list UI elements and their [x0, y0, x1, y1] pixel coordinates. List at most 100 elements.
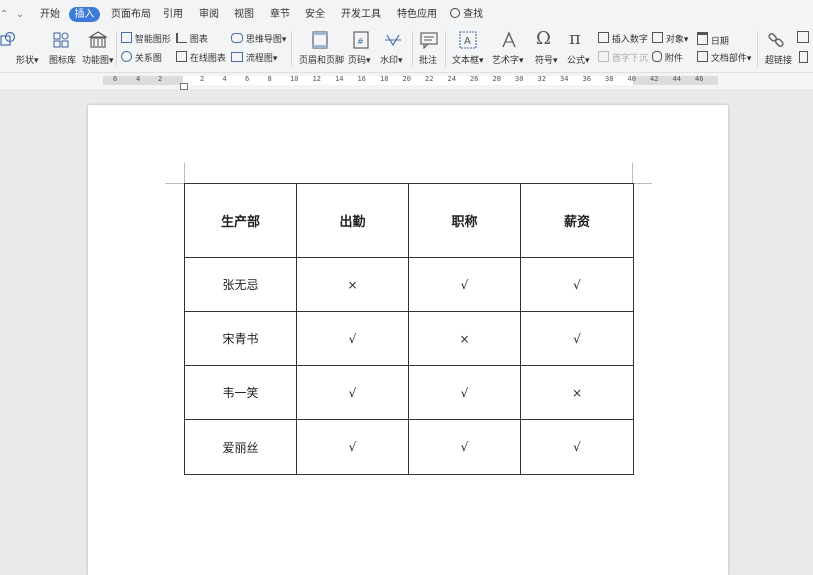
- date-button[interactable]: 日期: [697, 32, 729, 47]
- data-table[interactable]: 生产部 出勤 职称 薪资 张无忌 × √ √ 宋青书 √ × √ 韦一笑 √ √…: [184, 183, 634, 475]
- table-cell[interactable]: ×: [408, 311, 521, 366]
- insert-number-button[interactable]: 插入数字: [598, 32, 648, 45]
- hyperlink-icon[interactable]: [767, 31, 785, 49]
- table-header-cell[interactable]: 出勤: [296, 183, 409, 258]
- attachment-label: 附件: [664, 54, 683, 64]
- object-button[interactable]: 对象▾: [652, 32, 688, 45]
- table-cell[interactable]: √: [296, 419, 409, 475]
- attachment-button[interactable]: 附件: [652, 51, 683, 64]
- margin-mark: [184, 163, 185, 183]
- comment-icon[interactable]: [420, 31, 438, 49]
- watermark-icon[interactable]: [384, 31, 402, 49]
- table-cell-name[interactable]: 爱丽丝: [184, 419, 297, 475]
- ruler-tick-label: 40: [627, 75, 636, 83]
- ruler-tick-label: 20: [402, 75, 411, 83]
- icon-library-label[interactable]: 图标库: [49, 53, 76, 66]
- tab-home[interactable]: 开始: [40, 7, 60, 22]
- tab-insert[interactable]: 插入: [69, 7, 100, 22]
- textbox-label: 文本框: [452, 56, 480, 66]
- bookmark-icon[interactable]: [799, 51, 808, 66]
- textbox-icon[interactable]: A: [459, 31, 477, 49]
- function-chart-icon[interactable]: [88, 31, 108, 49]
- mind-map-icon: [231, 33, 243, 43]
- first-sink-button[interactable]: 首字下沉: [598, 51, 648, 64]
- table-cell[interactable]: √: [408, 257, 521, 312]
- omega-icon[interactable]: Ω: [536, 28, 551, 49]
- table-header-cell[interactable]: 生产部: [184, 183, 297, 258]
- symbol-button[interactable]: 符号▾: [535, 53, 558, 66]
- shape-button[interactable]: 形状▾: [16, 53, 39, 66]
- mind-map-button[interactable]: 思维导图▾: [231, 32, 286, 45]
- function-chart-button[interactable]: 功能图▾: [82, 53, 114, 66]
- table-cell[interactable]: √: [520, 257, 634, 312]
- search-label: 查找: [463, 9, 484, 20]
- table-cell-name[interactable]: 张无忌: [184, 257, 297, 312]
- table-row: 爱丽丝 √ √ √: [184, 419, 634, 475]
- formula-button[interactable]: 公式▾: [567, 53, 590, 66]
- table-cell-name[interactable]: 韦一笑: [184, 365, 297, 420]
- table-cell[interactable]: √: [520, 419, 634, 475]
- table-cell[interactable]: √: [520, 311, 634, 366]
- hyperlink-label[interactable]: 超链接: [765, 53, 792, 66]
- ruler-tick-label: 34: [560, 75, 569, 83]
- online-chart-button[interactable]: 在线图表: [176, 51, 226, 64]
- textbox-button[interactable]: 文本框▾: [452, 53, 484, 66]
- table-cell[interactable]: ×: [520, 365, 634, 420]
- table-header-cell[interactable]: 职称: [408, 183, 521, 258]
- search-button[interactable]: 查找: [450, 7, 483, 22]
- insert-number-label: 插入数字: [611, 35, 648, 45]
- icon-library-icon[interactable]: [52, 31, 70, 49]
- table-cell[interactable]: √: [296, 365, 409, 420]
- relation-chart-button[interactable]: 关系图: [121, 51, 162, 64]
- art-text-button[interactable]: 艺术字▾: [492, 53, 524, 66]
- object-icon: [652, 32, 663, 43]
- page-number-button[interactable]: 页码▾: [348, 53, 371, 66]
- ruler-tick-label: 4: [222, 75, 227, 83]
- table-cell[interactable]: ×: [296, 257, 409, 312]
- svg-text:#: #: [357, 37, 364, 46]
- doc-parts-icon: [697, 51, 708, 62]
- flowchart-button[interactable]: 流程图▾: [231, 51, 277, 64]
- indent-marker[interactable]: [180, 83, 188, 90]
- ruler-tick-label: 36: [582, 75, 591, 83]
- header-footer-label[interactable]: 页眉和页脚: [299, 53, 344, 66]
- table-header-cell[interactable]: 薪资: [520, 183, 634, 258]
- header-footer-icon[interactable]: [312, 31, 328, 49]
- tab-developer[interactable]: 开发工具: [341, 7, 381, 22]
- smart-graphic-button[interactable]: 智能图形: [121, 32, 171, 45]
- tab-review[interactable]: 审阅: [199, 7, 219, 22]
- tab-references[interactable]: 引用: [163, 7, 183, 22]
- tab-special[interactable]: 特色应用: [397, 7, 437, 22]
- tab-view[interactable]: 视图: [234, 7, 254, 22]
- flowchart-icon: [231, 52, 243, 62]
- ribbon-toolbar: 形状▾ 图标库 功能图▾ 智能图形 关系图 图表 在线图表 思维导图▾ 流程图▾…: [0, 28, 813, 72]
- menu-bar: ⌃ ⌄ 开始 插入 页面布局 引用 审阅 视图 章节 安全 开发工具 特色应用 …: [0, 0, 813, 28]
- insert-number-icon: [598, 32, 609, 43]
- watermark-button[interactable]: 水印▾: [380, 53, 403, 66]
- doc-parts-button[interactable]: 文档部件▾: [697, 51, 751, 64]
- tab-section[interactable]: 章节: [270, 7, 290, 22]
- table-cell-name[interactable]: 宋青书: [184, 311, 297, 366]
- tab-security[interactable]: 安全: [305, 7, 325, 22]
- comment-label[interactable]: 批注: [419, 53, 437, 66]
- tab-page-layout[interactable]: 页面布局: [111, 7, 151, 22]
- ribbon-separator: [445, 31, 446, 67]
- art-text-icon[interactable]: [500, 31, 518, 49]
- shape-icon[interactable]: [0, 31, 16, 47]
- document-page[interactable]: 生产部 出勤 职称 薪资 张无忌 × √ √ 宋青书 √ × √ 韦一笑 √ √…: [88, 105, 728, 575]
- pi-icon[interactable]: π: [569, 28, 581, 49]
- table-cell[interactable]: √: [408, 365, 521, 420]
- chevron-down-icon[interactable]: ⌄: [16, 7, 24, 22]
- relation-chart-label: 关系图: [134, 54, 162, 64]
- ruler-tick-label: 28: [492, 75, 501, 83]
- crossref-icon[interactable]: [797, 31, 809, 46]
- chart-button[interactable]: 图表: [176, 32, 208, 45]
- table-cell[interactable]: √: [408, 419, 521, 475]
- more-arrow-icon[interactable]: ⌃: [0, 7, 8, 22]
- page-number-icon[interactable]: #: [353, 31, 369, 49]
- online-chart-icon: [176, 51, 187, 62]
- ribbon-separator: [412, 31, 413, 67]
- table-cell[interactable]: √: [296, 311, 409, 366]
- horizontal-ruler[interactable]: 6 4 2 2 4 6 8 10 12 14 16 18 20 22 24 26 28 30 32 34 36 38 40 4…: [0, 72, 813, 90]
- flowchart-label: 流程图: [245, 54, 273, 64]
